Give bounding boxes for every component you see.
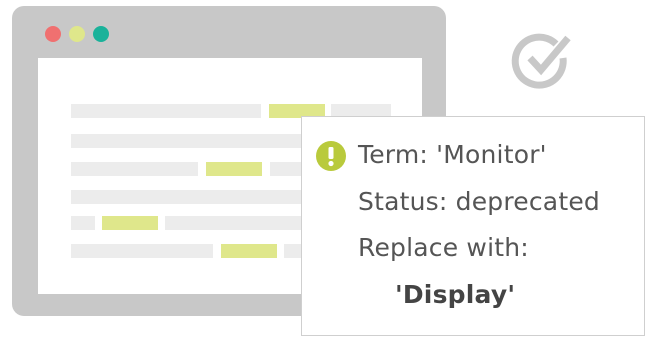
replace-label: Replace with: (358, 233, 529, 262)
term-warning-panel: Term: 'Monitor' Status: deprecated Repla… (301, 116, 645, 336)
replacement-term: 'Display' (395, 280, 516, 309)
window-minimize-dot (69, 26, 85, 42)
highlighted-term (102, 216, 158, 230)
window-close-dot (45, 26, 61, 42)
exclamation-circle-icon (316, 141, 346, 171)
text-placeholder (71, 104, 261, 118)
check-circle-icon (511, 33, 571, 89)
text-placeholder (71, 162, 198, 176)
highlighted-term (206, 162, 262, 176)
highlighted-term (221, 244, 277, 258)
term-text: Term: 'Monitor' (358, 140, 547, 169)
status-text: Status: deprecated (358, 187, 600, 216)
text-placeholder (71, 216, 95, 230)
text-placeholder (71, 244, 213, 258)
window-maximize-dot (93, 26, 109, 42)
illustration: Term: 'Monitor' Status: deprecated Repla… (0, 0, 654, 339)
